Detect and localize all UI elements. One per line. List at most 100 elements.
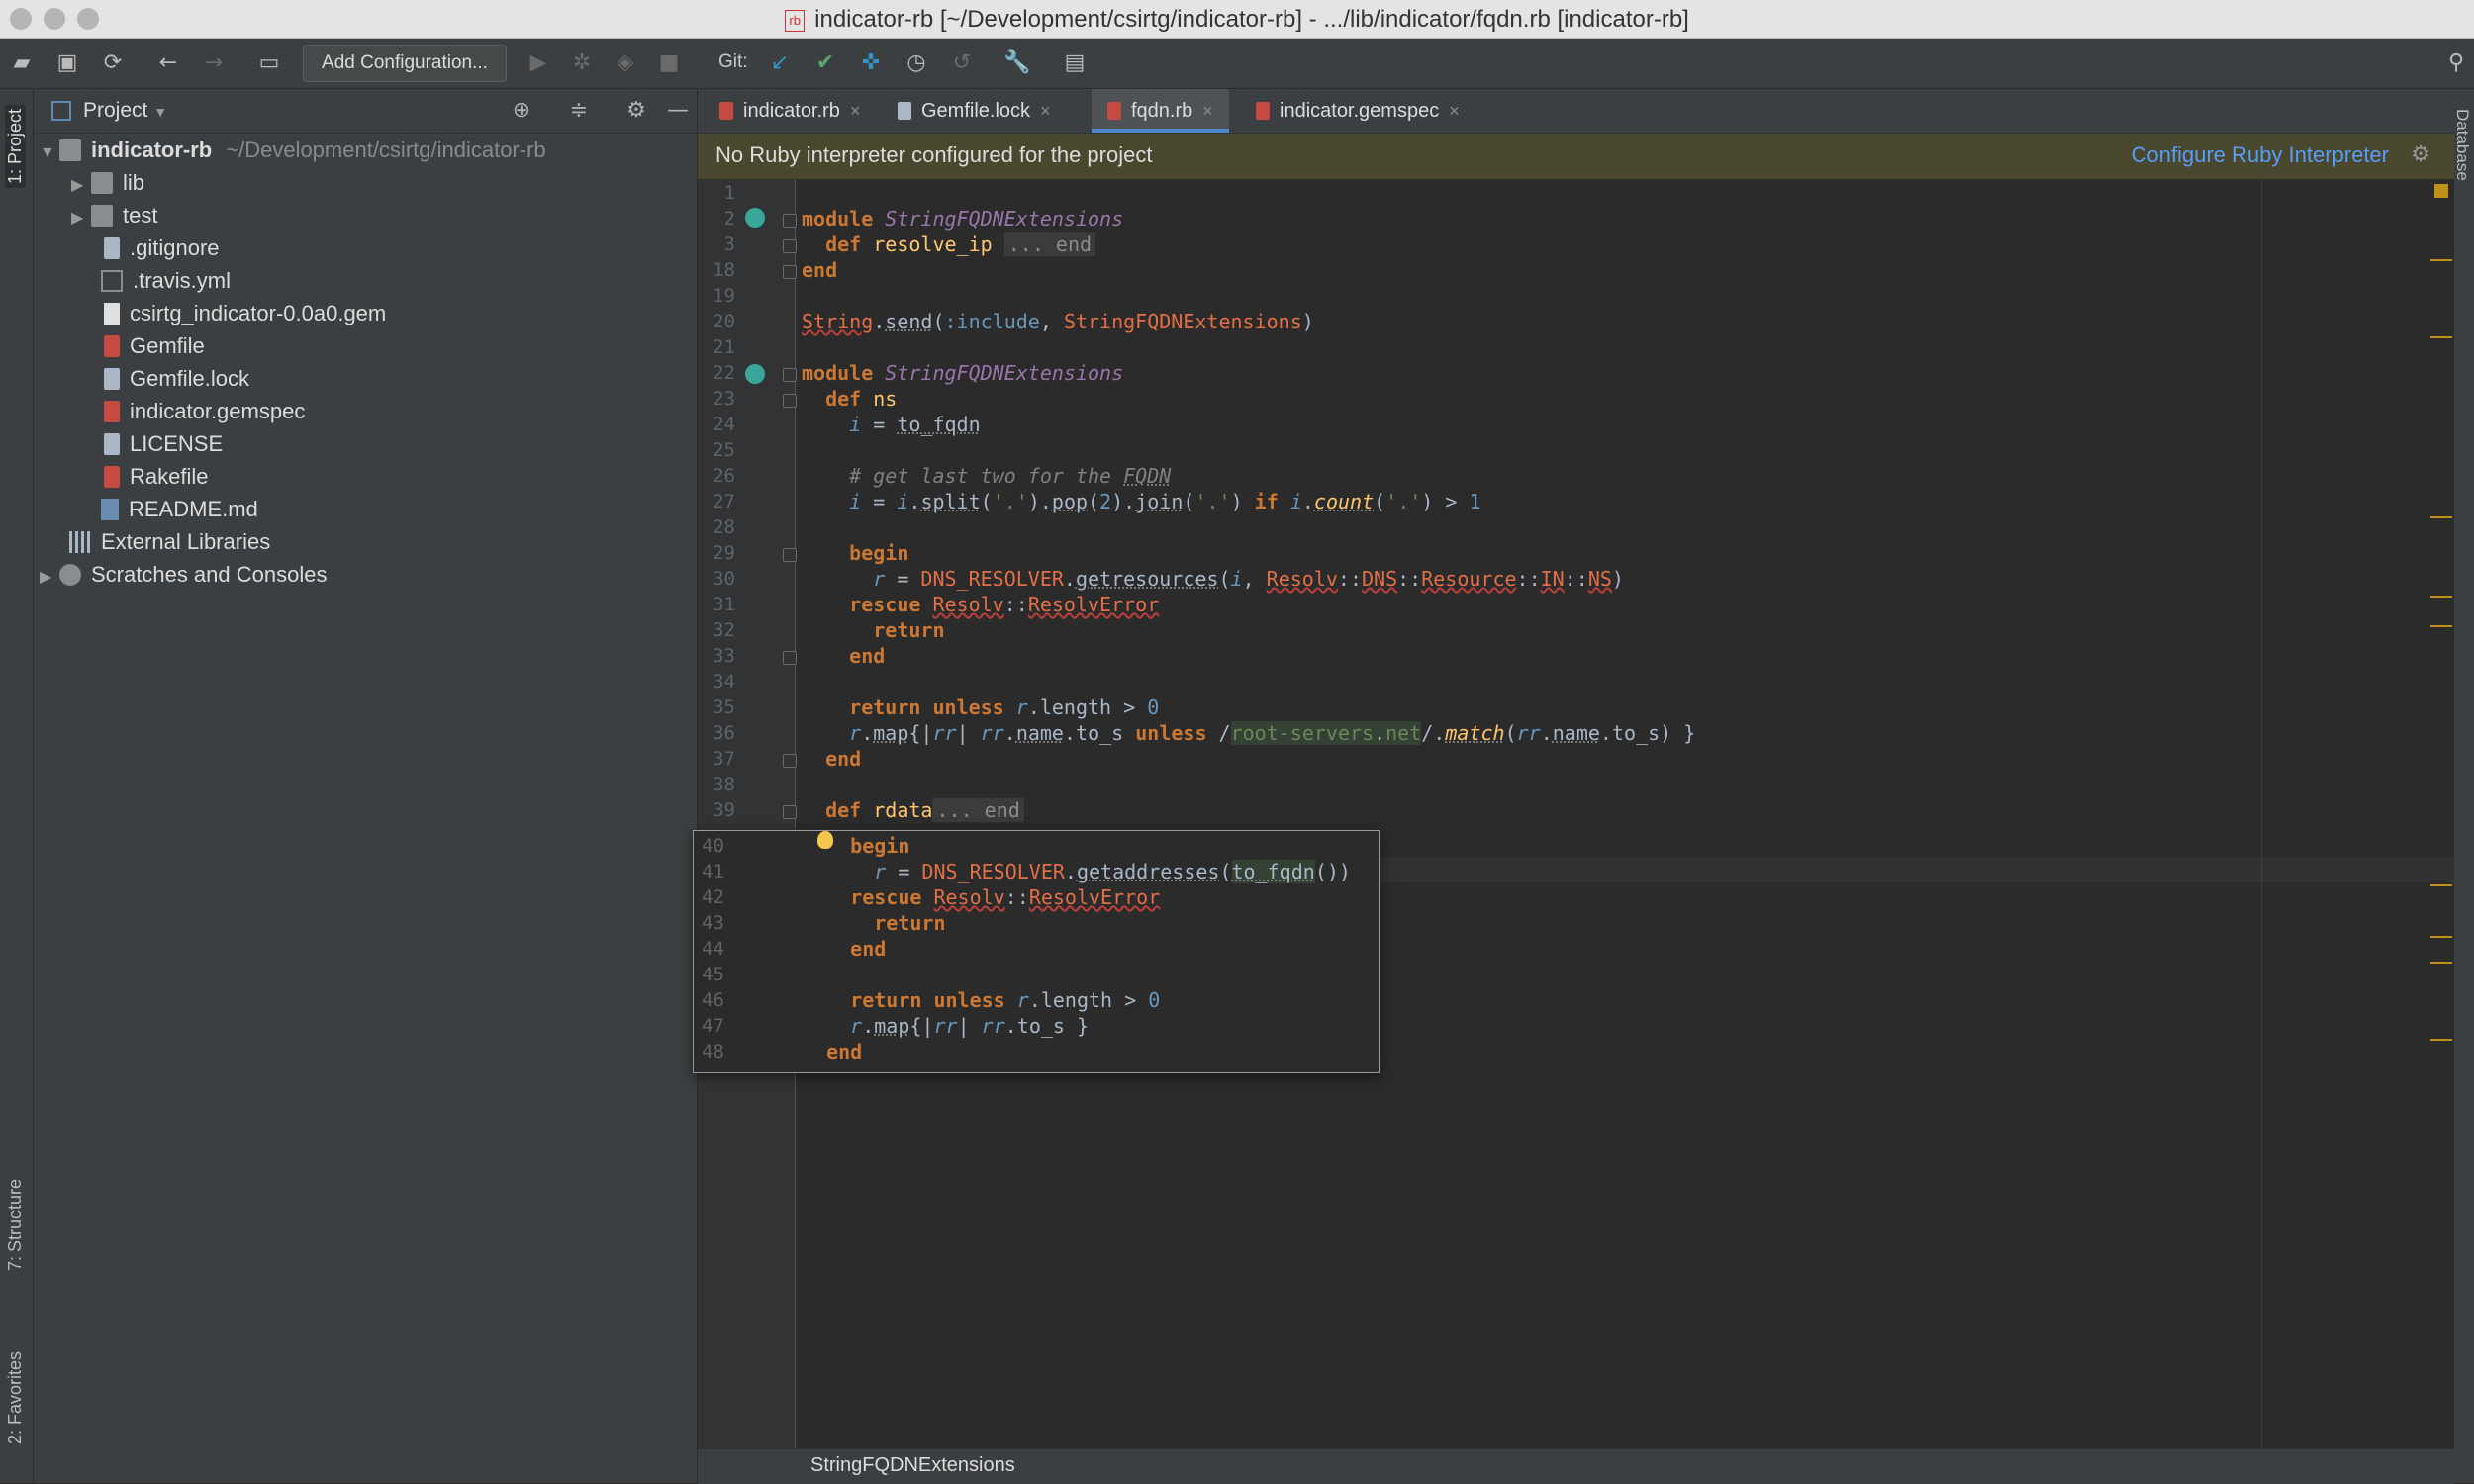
file-icon — [104, 303, 120, 325]
error-stripe[interactable] — [2425, 180, 2454, 1448]
git-history-icon[interactable]: ◷ — [903, 49, 930, 77]
warning-mark[interactable] — [2430, 516, 2452, 518]
fold-marker-icon[interactable] — [783, 805, 797, 819]
tree-item-travis[interactable]: .travis.yml — [101, 264, 231, 297]
line-number: 40 — [702, 835, 724, 857]
tree-item-readme[interactable]: README.md — [101, 493, 258, 525]
warning-mark[interactable] — [2430, 962, 2452, 964]
code-editor[interactable]: 1 2 module StringFQDNExtensions 3 def res… — [698, 180, 2454, 1448]
chevron-right-icon[interactable]: ▶ — [71, 169, 91, 202]
database-tool-tab[interactable]: Database — [2452, 109, 2472, 181]
favorites-tool-tab[interactable]: 2: Favorites — [5, 1351, 26, 1444]
open-folder-icon[interactable]: ▰ — [8, 49, 36, 77]
line-number: 33 — [713, 645, 735, 667]
sync-icon[interactable]: ⟳ — [99, 49, 127, 77]
text-file-icon — [898, 102, 911, 120]
line-number: 20 — [713, 311, 735, 332]
tree-item-label: Scratches and Consoles — [91, 562, 328, 587]
collapse-all-icon[interactable]: ≑ — [566, 98, 592, 124]
forward-arrow-icon[interactable]: → — [200, 49, 228, 77]
fold-marker-icon[interactable] — [783, 239, 797, 253]
git-commit-icon[interactable]: ✔ — [811, 49, 839, 77]
tab-indicator-rb[interactable]: indicator.rb × — [712, 89, 868, 133]
settings-wrench-icon[interactable]: 🔧 — [1003, 49, 1031, 77]
warning-mark[interactable] — [2430, 936, 2452, 938]
chevron-down-icon[interactable]: ▼ — [40, 137, 59, 169]
gear-icon[interactable]: ⚙ — [623, 98, 649, 124]
line-number: 35 — [713, 696, 735, 718]
fold-marker-icon[interactable] — [783, 394, 797, 408]
fold-marker-icon[interactable] — [783, 548, 797, 562]
close-icon[interactable]: × — [1449, 101, 1460, 121]
close-icon[interactable]: × — [850, 101, 861, 121]
chevron-right-icon[interactable]: ▶ — [71, 202, 91, 234]
tab-gemfile-lock[interactable]: Gemfile.lock × — [890, 89, 1059, 133]
folded-code-placeholder[interactable]: ... end — [1003, 232, 1096, 256]
project-tool-tab[interactable]: 1: Project — [5, 104, 26, 188]
fold-marker-icon[interactable] — [783, 754, 797, 768]
tab-indicator-gemspec[interactable]: indicator.gemspec × — [1248, 89, 1468, 133]
tree-item-test[interactable]: ▶ test — [71, 199, 157, 232]
line-number: 24 — [713, 414, 735, 435]
folded-code-placeholder[interactable]: ... end — [932, 798, 1024, 822]
fold-marker-icon[interactable] — [783, 265, 797, 279]
git-rollback-icon[interactable]: ↺ — [948, 49, 976, 77]
line-number: 38 — [713, 774, 735, 795]
tree-item-gemfile[interactable]: Gemfile — [101, 329, 205, 362]
git-push-icon[interactable]: ✜ — [857, 49, 885, 77]
breadcrumb[interactable]: StringFQDNExtensions — [810, 1454, 1015, 1477]
chevron-down-icon: ▼ — [153, 104, 168, 120]
gear-icon[interactable]: ⚙ — [2411, 142, 2430, 167]
debug-icon[interactable]: ✲ — [568, 49, 596, 77]
tree-root[interactable]: ▼ indicator-rb ~/Development/csirtg/indica… — [40, 134, 546, 166]
library-icon — [69, 531, 91, 553]
run-icon[interactable]: ▶ — [524, 49, 552, 77]
warning-mark[interactable] — [2430, 259, 2452, 261]
configure-interpreter-link[interactable]: Configure Ruby Interpreter — [2132, 142, 2389, 168]
back-arrow-icon[interactable]: ← — [154, 49, 182, 77]
tree-item-external-libraries[interactable]: External Libraries — [69, 525, 270, 558]
warning-mark[interactable] — [2430, 336, 2452, 338]
stop-icon[interactable]: ■ — [655, 49, 683, 77]
run-config-icon[interactable]: ▭ — [255, 49, 283, 77]
tree-item-scratches[interactable]: ▶ Scratches and Consoles — [40, 558, 327, 591]
chevron-right-icon[interactable]: ▶ — [40, 561, 59, 594]
hide-panel-icon[interactable]: — — [665, 98, 691, 124]
structure-tool-tab[interactable]: 7: Structure — [5, 1179, 26, 1271]
add-configuration-button[interactable]: Add Configuration... — [303, 45, 507, 82]
tree-item-lib[interactable]: ▶ lib — [71, 166, 144, 199]
tree-item-license[interactable]: LICENSE — [101, 427, 223, 460]
search-icon[interactable]: ⚲ — [2442, 49, 2470, 77]
coverage-icon[interactable]: ◈ — [612, 49, 639, 77]
warning-mark[interactable] — [2430, 625, 2452, 627]
save-icon[interactable]: ▣ — [53, 49, 81, 77]
tab-fqdn-rb[interactable]: fqdn.rb × — [1092, 89, 1229, 133]
git-label: Git: — [718, 51, 748, 72]
code-line: 48 end — [702, 1040, 863, 1064]
fold-marker-icon[interactable] — [783, 651, 797, 665]
line-number: 37 — [713, 748, 735, 770]
tree-item-gitignore[interactable]: .gitignore — [101, 232, 220, 264]
close-icon[interactable]: × — [1040, 101, 1051, 121]
warning-mark[interactable] — [2430, 1039, 2452, 1041]
fold-marker-icon[interactable] — [783, 214, 797, 228]
project-view-selector[interactable]: Project ▼ — [83, 99, 167, 123]
git-update-icon[interactable]: ↙ — [766, 49, 794, 77]
left-tool-strip: 1: Project 7: Structure 2: Favorites — [0, 89, 34, 1483]
implemented-icon[interactable] — [745, 208, 765, 228]
tree-item-gemfile-lock[interactable]: Gemfile.lock — [101, 362, 249, 395]
tree-item-gem[interactable]: csirtg_indicator-0.0a0.gem — [101, 297, 386, 329]
warning-mark[interactable] — [2430, 884, 2452, 886]
locate-file-icon[interactable]: ⊕ — [509, 98, 534, 124]
warning-indicator-icon[interactable] — [2434, 184, 2448, 198]
yaml-file-icon — [101, 270, 123, 292]
close-icon[interactable]: × — [1202, 101, 1213, 121]
tree-item-rakefile[interactable]: Rakefile — [101, 460, 208, 493]
tree-item-gemspec[interactable]: indicator.gemspec — [101, 395, 305, 427]
warning-mark[interactable] — [2430, 596, 2452, 598]
line-number: 19 — [713, 285, 735, 307]
implemented-icon[interactable] — [745, 364, 765, 384]
fold-marker-icon[interactable] — [783, 368, 797, 382]
scratches-icon — [59, 564, 81, 586]
project-structure-icon[interactable]: ▤ — [1061, 49, 1089, 77]
